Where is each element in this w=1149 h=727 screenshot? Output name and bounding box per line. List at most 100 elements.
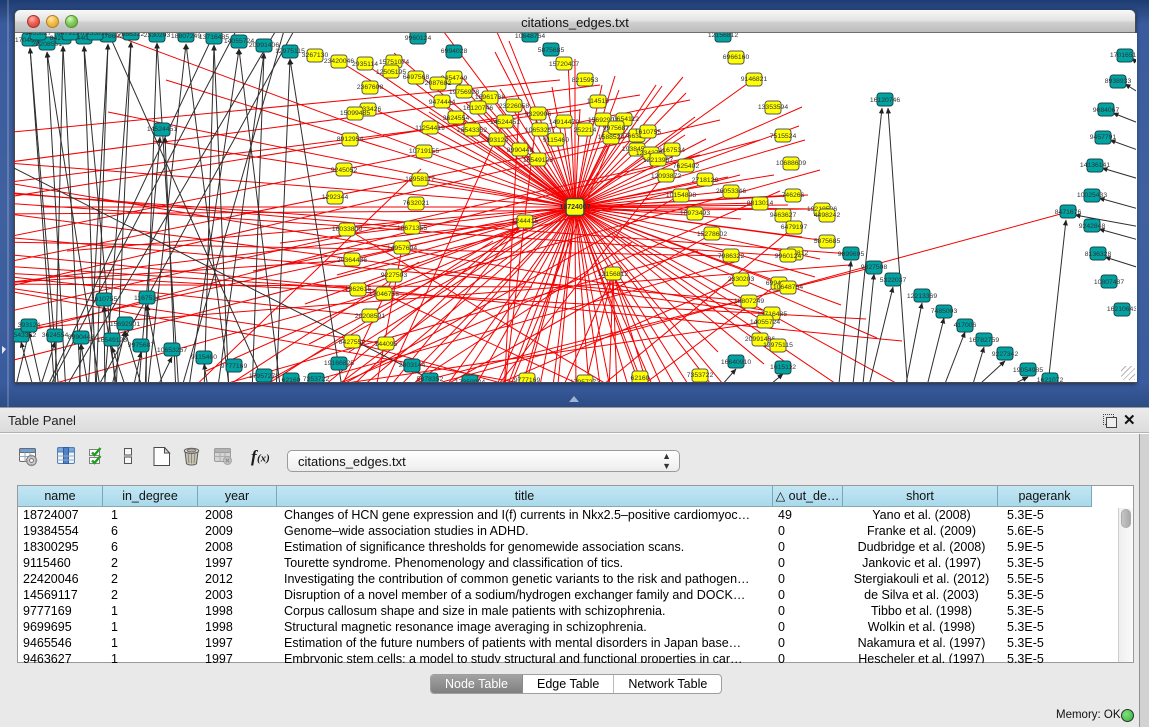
svg-text:9227503: 9227503 xyxy=(381,272,408,279)
svg-text:8471676: 8471676 xyxy=(1055,209,1082,216)
svg-text:12093872: 12093872 xyxy=(651,173,681,180)
svg-text:23420046: 23420046 xyxy=(324,58,354,65)
svg-text:26053346: 26053346 xyxy=(716,188,746,195)
svg-text:12505195: 12505195 xyxy=(376,69,406,76)
svg-text:9084067: 9084067 xyxy=(1093,107,1120,114)
svg-text:1244415: 1244415 xyxy=(512,218,539,225)
svg-text:17016514: 17016514 xyxy=(1110,52,1136,59)
svg-text:9960124: 9960124 xyxy=(405,35,432,42)
svg-text:8813014: 8813014 xyxy=(747,200,774,207)
svg-text:8912954: 8912954 xyxy=(337,136,364,143)
svg-text:16549123: 16549123 xyxy=(97,337,127,344)
svg-text:19166825: 19166825 xyxy=(324,360,354,367)
svg-text:9463627: 9463627 xyxy=(770,212,797,219)
svg-text:7986322: 7986322 xyxy=(118,33,145,38)
svg-text:8427552: 8427552 xyxy=(339,339,366,346)
svg-text:14524451: 14524451 xyxy=(147,126,177,133)
svg-text:20364436: 20364436 xyxy=(337,257,367,264)
svg-text:1621072: 1621072 xyxy=(1037,377,1064,382)
svg-text:7515524: 7515524 xyxy=(770,133,797,140)
svg-text:5875685: 5875685 xyxy=(814,238,841,245)
svg-text:9242848: 9242848 xyxy=(1079,223,1106,230)
svg-text:12975115: 12975115 xyxy=(763,342,793,349)
svg-text:17957273: 17957273 xyxy=(249,373,279,380)
svg-text:15692901: 15692901 xyxy=(110,321,140,328)
svg-text:6966160: 6966160 xyxy=(723,54,750,61)
svg-text:14957694: 14957694 xyxy=(387,245,417,252)
svg-text:9227342: 9227342 xyxy=(992,351,1019,358)
svg-text:15278602: 15278602 xyxy=(697,231,727,238)
svg-text:9960124: 9960124 xyxy=(775,253,802,260)
svg-text:10648764: 10648764 xyxy=(773,284,803,291)
svg-text:10973493: 10973493 xyxy=(680,210,710,217)
svg-text:16120746: 16120746 xyxy=(870,97,900,104)
svg-text:746266: 746266 xyxy=(782,192,805,199)
svg-text:8990448: 8990448 xyxy=(68,334,95,341)
svg-text:8215953: 8215953 xyxy=(572,77,599,84)
svg-text:11254419: 11254419 xyxy=(415,125,445,132)
svg-text:10648764: 10648764 xyxy=(515,33,545,40)
svg-text:7353722: 7353722 xyxy=(687,372,714,379)
svg-text:3624554: 3624554 xyxy=(42,332,69,339)
svg-text:9777169: 9777169 xyxy=(221,363,248,370)
svg-text:17957273: 17957273 xyxy=(570,379,600,382)
svg-text:18807249: 18807249 xyxy=(734,298,764,305)
svg-text:1167534: 1167534 xyxy=(134,295,160,302)
svg-text:15099485: 15099485 xyxy=(340,110,370,117)
svg-text:2367608: 2367608 xyxy=(357,84,384,91)
svg-text:12156812: 12156812 xyxy=(708,33,738,39)
svg-text:7625402: 7625402 xyxy=(673,163,700,170)
svg-text:393124: 393124 xyxy=(486,137,509,144)
svg-text:2718126: 2718126 xyxy=(692,177,719,184)
svg-text:62160: 62160 xyxy=(282,377,301,382)
svg-text:1615112: 1615112 xyxy=(770,364,796,371)
svg-text:7485003: 7485003 xyxy=(931,308,958,315)
svg-text:7955812: 7955812 xyxy=(82,33,109,37)
svg-text:252214: 252214 xyxy=(574,127,597,134)
svg-text:5875685: 5875685 xyxy=(538,47,565,54)
svg-text:9327508: 9327508 xyxy=(861,264,888,271)
svg-text:10688609: 10688609 xyxy=(776,160,806,167)
svg-text:1362615: 1362615 xyxy=(345,286,372,293)
svg-text:16543362: 16543362 xyxy=(14,332,36,339)
svg-text:10154808: 10154808 xyxy=(666,192,696,199)
svg-text:10653267: 10653267 xyxy=(157,347,187,354)
svg-text:9245052: 9245052 xyxy=(331,167,358,174)
svg-text:1588520: 1588520 xyxy=(598,134,625,141)
svg-text:6994028: 6994028 xyxy=(441,48,468,55)
svg-text:10025433: 10025433 xyxy=(1077,192,1107,199)
svg-text:9777169: 9777169 xyxy=(514,377,541,382)
svg-text:10958117: 10958117 xyxy=(405,176,435,183)
svg-text:17046755: 17046755 xyxy=(369,291,399,298)
svg-text:16782759: 16782759 xyxy=(969,337,999,344)
svg-text:18724007: 18724007 xyxy=(559,204,590,211)
svg-text:12156812: 12156812 xyxy=(598,271,628,278)
svg-text:10807487: 10807487 xyxy=(1094,279,1124,286)
svg-text:16033809: 16033809 xyxy=(332,226,362,233)
svg-text:14055724: 14055724 xyxy=(750,319,780,326)
svg-text:7353722: 7353722 xyxy=(303,376,330,382)
svg-text:393124: 393124 xyxy=(18,322,41,329)
svg-text:18807249: 18807249 xyxy=(171,33,201,40)
svg-text:9975687: 9975687 xyxy=(603,125,630,132)
svg-text:14524451: 14524451 xyxy=(490,119,520,126)
svg-text:417006: 417006 xyxy=(954,322,977,329)
svg-text:9899695: 9899695 xyxy=(838,251,865,258)
svg-text:16961768: 16961768 xyxy=(475,94,505,101)
svg-text:9457791: 9457791 xyxy=(1090,134,1117,141)
svg-text:12975115: 12975115 xyxy=(275,48,305,55)
svg-text:9463627: 9463627 xyxy=(25,33,52,37)
svg-text:8136328: 8136328 xyxy=(1085,251,1112,258)
svg-text:114519: 114519 xyxy=(587,98,609,105)
svg-text:2330203: 2330203 xyxy=(144,33,171,39)
svg-text:14914479: 14914479 xyxy=(549,119,579,126)
svg-text:9146821: 9146821 xyxy=(741,76,768,83)
svg-text:17359924: 17359924 xyxy=(455,379,485,382)
svg-text:2330203: 2330203 xyxy=(728,276,755,283)
svg-text:12213967: 12213967 xyxy=(643,157,673,164)
svg-text:16543362: 16543362 xyxy=(457,127,487,134)
svg-text:20208591: 20208591 xyxy=(355,313,385,320)
svg-text:4498242: 4498242 xyxy=(814,212,841,219)
svg-text:3624554: 3624554 xyxy=(443,115,470,122)
svg-text:14136141: 14136141 xyxy=(1080,162,1110,169)
